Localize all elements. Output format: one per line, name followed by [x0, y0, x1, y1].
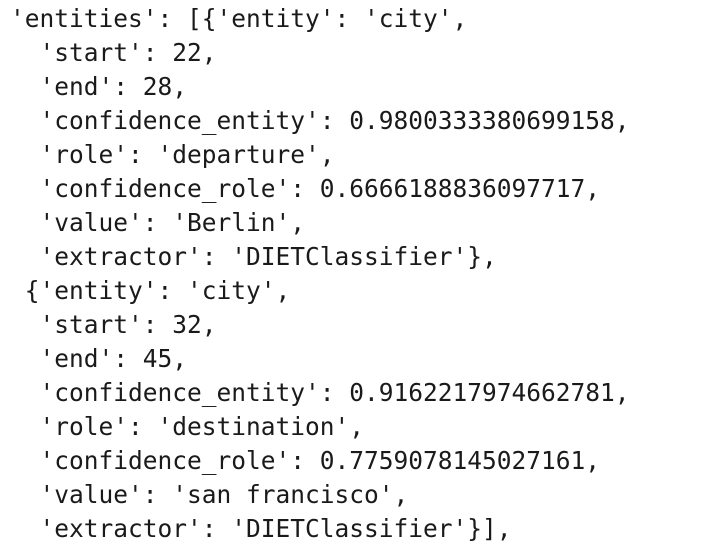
code-line: 'start': 32, [10, 310, 217, 339]
code-line: 'value': 'san francisco', [10, 480, 409, 509]
code-line: 'confidence_entity': 0.9800333380699158, [10, 106, 630, 135]
code-line: 'start': 22, [10, 38, 217, 67]
code-line: 'extractor': 'DIETClassifier'}], [10, 514, 512, 543]
code-line: 'entities': [{'entity': 'city', [10, 4, 468, 33]
code-line: 'value': 'Berlin', [10, 208, 306, 237]
code-line: {'entity': 'city', [10, 276, 291, 305]
code-output-panel: 'entities': [{'entity': 'city', 'start':… [0, 0, 706, 548]
code-line: 'role': 'destination', [10, 412, 365, 441]
code-line: 'role': 'departure', [10, 140, 335, 169]
code-line: 'confidence_entity': 0.9162217974662781, [10, 378, 630, 407]
code-line: 'extractor': 'DIETClassifier'}, [10, 242, 497, 271]
code-line: 'end': 45, [10, 344, 188, 373]
code-line: 'end': 28, [10, 72, 188, 101]
code-line: 'confidence_role': 0.6666188836097717, [10, 174, 601, 203]
code-line: 'confidence_role': 0.7759078145027161, [10, 446, 601, 475]
